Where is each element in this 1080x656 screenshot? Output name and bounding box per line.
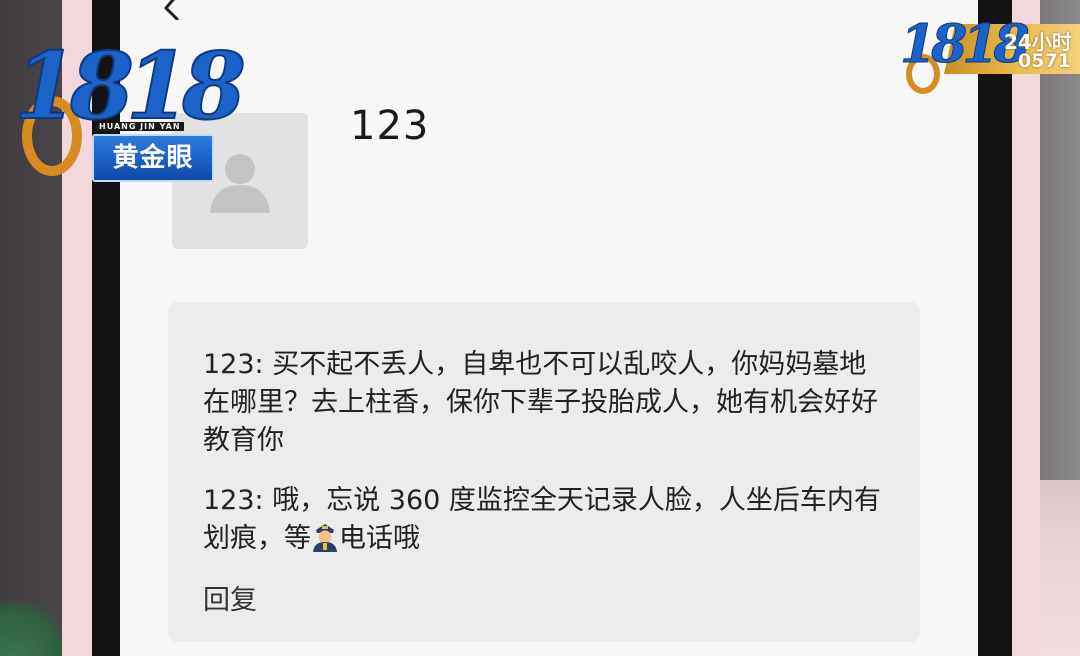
contact-name: 123 xyxy=(350,103,430,149)
message-text-part: 123: 哦，忘说 360 度监控全天记录人脸，人坐后车内有划痕，等 xyxy=(203,485,881,554)
logo-digits: 1818 xyxy=(13,32,247,140)
message-text-part: 电话哦 xyxy=(339,523,420,554)
reply-button[interactable]: 回复 xyxy=(203,578,257,617)
police-officer-icon xyxy=(311,522,339,552)
tv-channel-logo: 1818 HUANG JIN YAN 黄金眼 xyxy=(4,35,247,186)
background-plant xyxy=(0,600,70,656)
logo-badge: 黄金眼 xyxy=(92,134,214,182)
logo-romanization: HUANG JIN YAN xyxy=(96,122,184,131)
chevron-left-icon[interactable] xyxy=(158,0,188,22)
message-text: 123: 哦，忘说 360 度监控全天记录人脸，人坐后车内有划痕，等 电话哦 xyxy=(203,482,893,558)
ticker-text-line2: 0571 xyxy=(1018,50,1071,72)
message-text: 123: 买不起不丢人，自卑也不可以乱咬人，你妈妈墓地在哪里？去上柱香，保你下辈… xyxy=(203,349,878,456)
